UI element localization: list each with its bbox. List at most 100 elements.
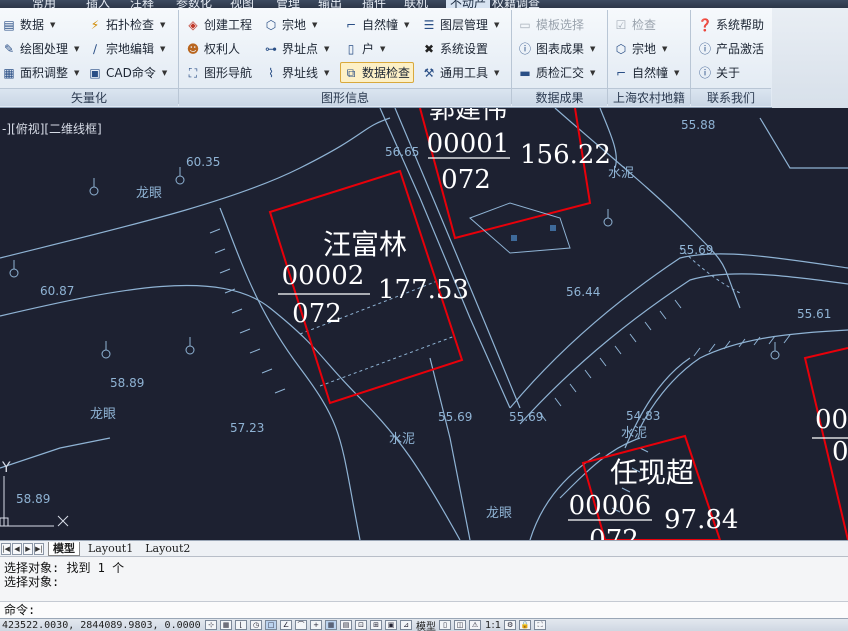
tab-first-button[interactable]: |◀ [1,542,11,555]
sc-toggle[interactable]: ⊡ [355,620,367,630]
qp-toggle[interactable]: ▤ [340,620,352,630]
workspace-gear-icon[interactable]: ⚙ [504,620,517,630]
ribbon-create-project-button[interactable]: ◈ 创建工程 [186,14,252,35]
layout-toggle[interactable]: ▯ [439,620,451,630]
group-label-shanghai-cadastre: 上海农村地籍 [608,88,690,106]
ribbon-empty-area [772,8,848,108]
ribbon-parcel-edit-button[interactable]: ∕ 宗地编辑 ▼ [88,38,165,59]
otrack-toggle[interactable]: ∠ [280,620,292,630]
parcel-area: 156.22 [520,140,611,170]
command-input[interactable]: 命令: [0,601,848,619]
menu-cadastral-survey[interactable]: 权籍调查 [492,0,540,8]
menu-plugins[interactable]: 插件 [362,0,386,8]
parcel-boundaries [268,108,848,540]
ribbon-system-settings-button[interactable]: ✖ 系统设置 [422,38,488,59]
ribbon-sh-building-button[interactable]: ⌐ 自然幢 ▼ [614,62,679,83]
cad-icon: ▣ [89,65,101,80]
tab-next-button[interactable]: ▶ [23,542,33,555]
parcel-edit-icon: ∕ [92,41,98,56]
chevron-down-icon: ▼ [50,20,56,29]
tree-symbols [9,167,780,360]
check-icon: ☑ [615,17,627,32]
tab-model[interactable]: 模型 [48,541,80,556]
lineweight-toggle[interactable]: ▦ [325,620,337,630]
ribbon-about-button[interactable]: ⓘ 关于 [698,62,740,83]
ribbon-help-button[interactable]: ❓ 系统帮助 [698,14,764,35]
place-label: 龙眼 [90,407,116,422]
boundary-line-icon: ⌇ [268,65,274,80]
ribbon-chart-result-button[interactable]: ⓘ 图表成果 ▼ [518,38,595,59]
tp-toggle[interactable]: ⊞ [370,620,382,630]
chevron-down-icon: ▼ [674,68,680,77]
ribbon-owner-button[interactable]: ☻ 权利人 [186,38,240,59]
chevron-down-icon: ▼ [312,20,318,29]
ribbon-boundary-point-button[interactable]: ⊶ 界址点 ▼ [264,38,329,59]
elevation-label: 55.69 [438,410,472,424]
tab-layout1[interactable]: Layout1 [84,542,137,556]
ribbon-parcel-button[interactable]: ⬡ 宗地 ▼ [264,14,318,35]
annotation-scale[interactable]: 1:1 [485,620,501,631]
parcel-code: 000 [815,405,848,435]
create-project-icon: ◈ [188,17,198,32]
fullscreen-icon[interactable]: ⛶ [534,620,547,630]
menu-home[interactable]: 常用 [32,0,56,8]
ortho-toggle[interactable]: ⌊ [235,620,247,630]
chevron-down-icon: ▼ [74,44,80,53]
ribbon-boundary-line-button[interactable]: ⌇ 界址线 ▼ [264,62,329,83]
data-icon: ▤ [3,17,15,32]
building-icon: ⌐ [615,65,627,80]
osnap-toggle[interactable]: □ [265,620,277,630]
menu-online[interactable]: 联机 [404,0,428,8]
grid-toggle[interactable]: ▦ [220,620,232,630]
ribbon-data-button[interactable]: ▤ 数据 ▼ [2,14,55,35]
template-icon: ▭ [519,17,531,32]
polar-toggle[interactable]: ◷ [250,620,262,630]
elevation-label: 60.35 [186,155,220,169]
tab-last-button[interactable]: ▶| [34,542,44,555]
sel-toggle[interactable]: ⊿ [400,620,412,630]
ribbon-data-check-button[interactable]: ⧉ 数据检查 [340,62,415,83]
tab-layout2[interactable]: Layout2 [141,542,194,556]
dyn-toggle[interactable]: + [310,620,322,630]
ribbon-draw-process-button[interactable]: ✎ 绘图处理 ▼ [2,38,79,59]
ribbon-activate-button[interactable]: ⓘ 产品激活 [698,38,764,59]
parcel-subcode: 072 [441,165,491,195]
place-label: 水泥 [389,432,415,447]
viewport-controls-label[interactable]: -][俯视][二维线框] [2,120,102,137]
parcel-icon: ⬡ [265,17,277,32]
ribbon-natural-building-button[interactable]: ⌐ 自然幢 ▼ [344,14,409,35]
ribbon-topology-check-button[interactable]: ⚡ 拓扑检查 ▼ [88,14,166,35]
ucs-y-label: Y [1,460,11,476]
group-label-contact: 联系我们 [691,88,771,106]
viewport-toggle[interactable]: ◫ [454,620,466,630]
drawing-canvas[interactable]: 郭建伟 00001 072 156.22 汪富林 00002 072 177.5… [0,108,848,540]
menu-parametric[interactable]: 参数化 [176,0,212,8]
annotation-icon[interactable]: ⚠ [469,620,481,630]
data-check-icon: ⧉ [346,65,356,80]
ribbon-navigate-button[interactable]: ⛶ 图形导航 [186,62,252,83]
ribbon-area-adjust-button[interactable]: ▦ 面积调整 ▼ [2,62,79,83]
ribbon-cad-command-button[interactable]: ▣ CAD命令 ▼ [88,62,167,83]
owner-icon: ☻ [186,41,200,56]
menu-annotate[interactable]: 注释 [130,0,154,8]
snap-toggle[interactable]: ⊹ [205,620,217,630]
ribbon-layer-manage-button[interactable]: ☰ 图层管理 ▼ [422,14,500,35]
household-icon: ▯ [347,41,355,56]
menu-realestate[interactable]: 不动产 [446,0,491,8]
menu-output[interactable]: 输出 [318,0,342,8]
menu-manage[interactable]: 管理 [276,0,300,8]
model-space-label[interactable]: 模型 [416,619,436,631]
tab-prev-button[interactable]: ◀ [12,542,22,555]
ribbon-sh-parcel-button[interactable]: ⬡ 宗地 ▼ [614,38,668,59]
ducs-toggle[interactable]: ⌒ [295,620,307,630]
ribbon-household-button[interactable]: ▯ 户 ▼ [344,38,386,59]
ribbon-common-tools-button[interactable]: ⚒ 通用工具 ▼ [422,62,500,83]
parcel-owner-name: 郭建伟 [429,108,507,125]
am-toggle[interactable]: ▣ [385,620,397,630]
ribbon-qc-submit-button[interactable]: ▬ 质检汇交 ▼ [518,62,595,83]
menu-view[interactable]: 视图 [230,0,254,8]
menu-insert[interactable]: 插入 [86,0,110,8]
chart-result-icon: ⓘ [518,41,531,56]
lock-icon[interactable]: 🔒 [519,620,532,630]
elevation-label: 57.23 [230,421,264,435]
